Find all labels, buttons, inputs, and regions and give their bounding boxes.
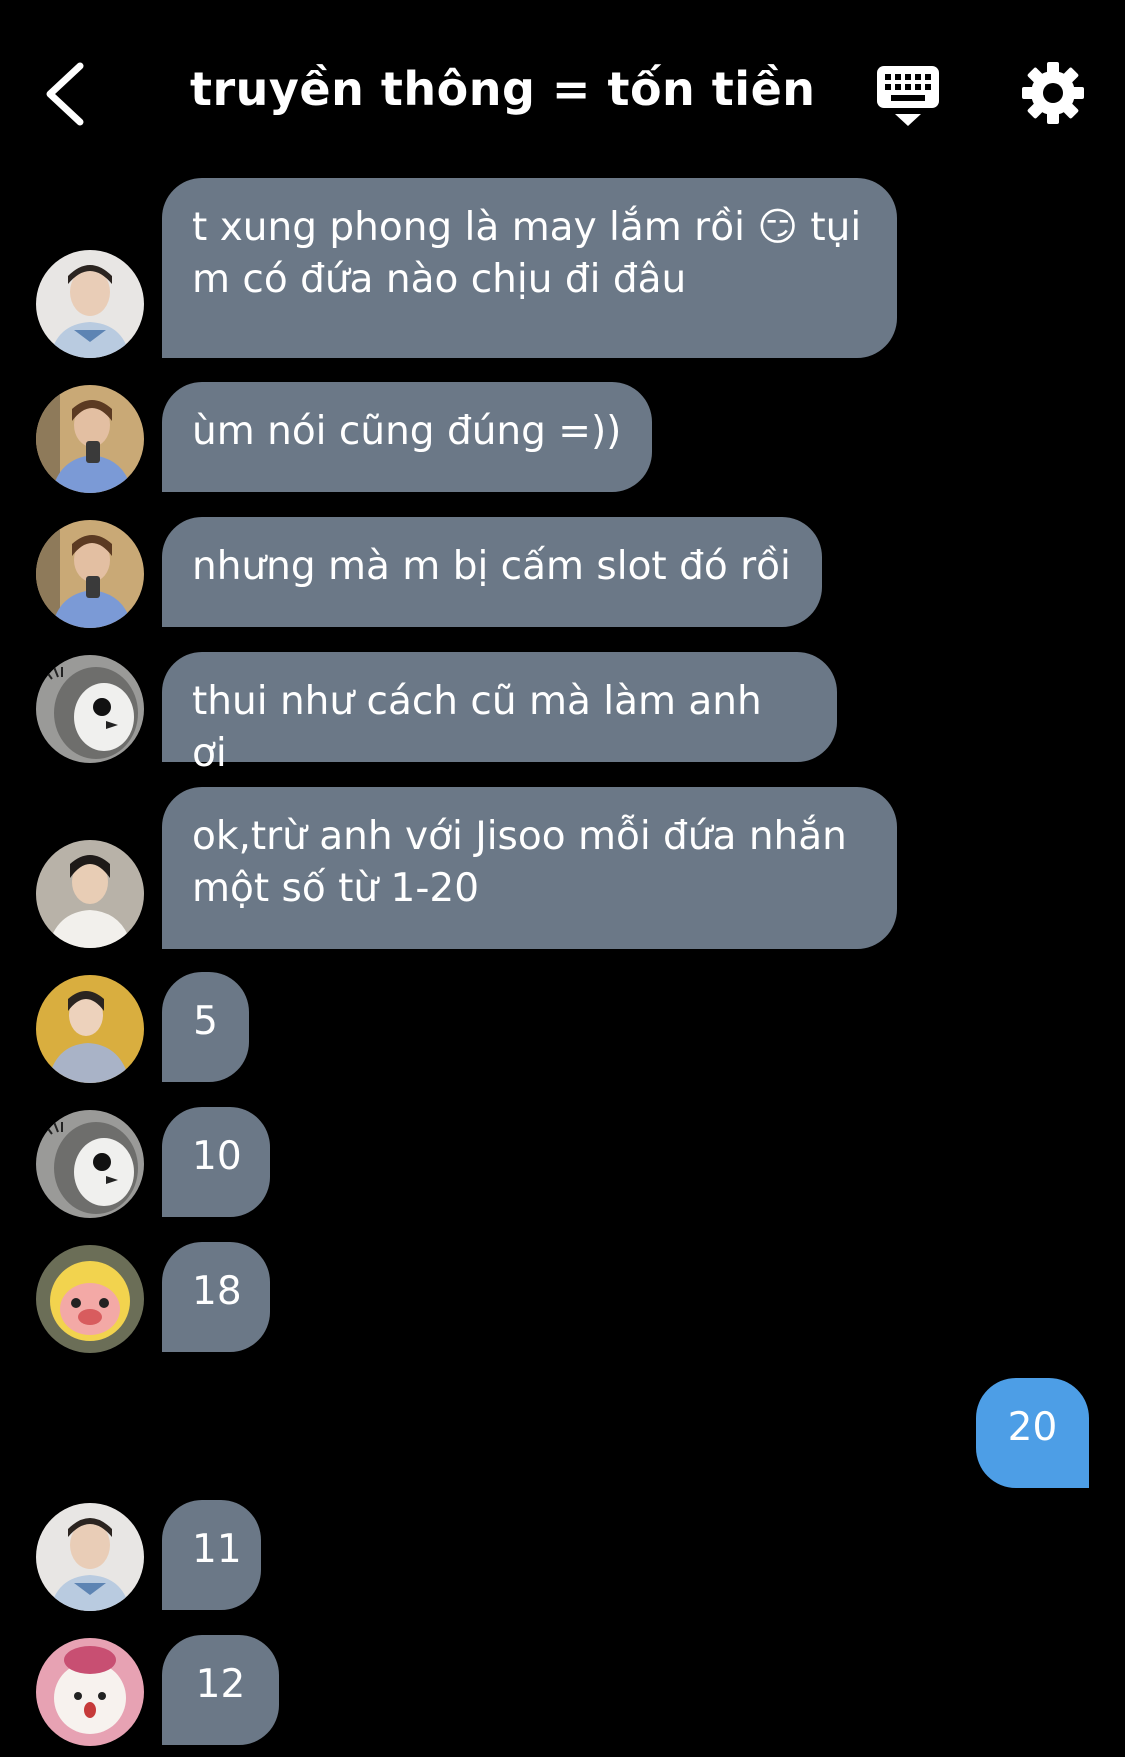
message-bubble[interactable]: 10 <box>162 1107 270 1217</box>
chat-title[interactable]: truyền thông = tốn tiền <box>190 62 815 116</box>
message-bubble[interactable]: thui như cách cũ mà làm anh ơi <box>162 652 837 776</box>
avatar[interactable] <box>36 520 144 628</box>
keyboard-button[interactable] <box>875 62 941 128</box>
avatar[interactable] <box>36 385 144 493</box>
back-button[interactable] <box>38 58 98 130</box>
message-bubble[interactable]: 5 <box>162 972 249 1082</box>
avatar[interactable] <box>36 250 144 358</box>
chat-header: truyền thông = tốn tiền <box>0 0 1125 150</box>
settings-button[interactable] <box>1020 60 1086 126</box>
message-bubble-sent[interactable]: 20 <box>976 1378 1089 1488</box>
message-bubble[interactable]: 18 <box>162 1242 270 1352</box>
avatar[interactable] <box>36 655 144 763</box>
message-bubble[interactable]: t xung phong là may lắm rồi 😏 tụi m có đ… <box>162 178 897 358</box>
avatar[interactable] <box>36 840 144 948</box>
message-bubble[interactable]: 12 <box>162 1635 279 1745</box>
message-bubble[interactable]: ok,trừ anh với Jisoo mỗi đứa nhắn một số… <box>162 787 897 949</box>
avatar[interactable] <box>36 1503 144 1611</box>
keyboard-icon <box>877 66 939 126</box>
avatar[interactable] <box>36 1245 144 1353</box>
avatar[interactable] <box>36 1110 144 1218</box>
avatar[interactable] <box>36 975 144 1083</box>
message-bubble[interactable]: nhưng mà m bị cấm slot đó rồi <box>162 517 822 627</box>
message-bubble[interactable]: 11 <box>162 1500 261 1610</box>
chevron-left-icon <box>46 62 84 126</box>
gear-icon <box>1022 62 1084 124</box>
avatar[interactable] <box>36 1638 144 1746</box>
message-bubble[interactable]: ùm nói cũng đúng =)) <box>162 382 652 492</box>
